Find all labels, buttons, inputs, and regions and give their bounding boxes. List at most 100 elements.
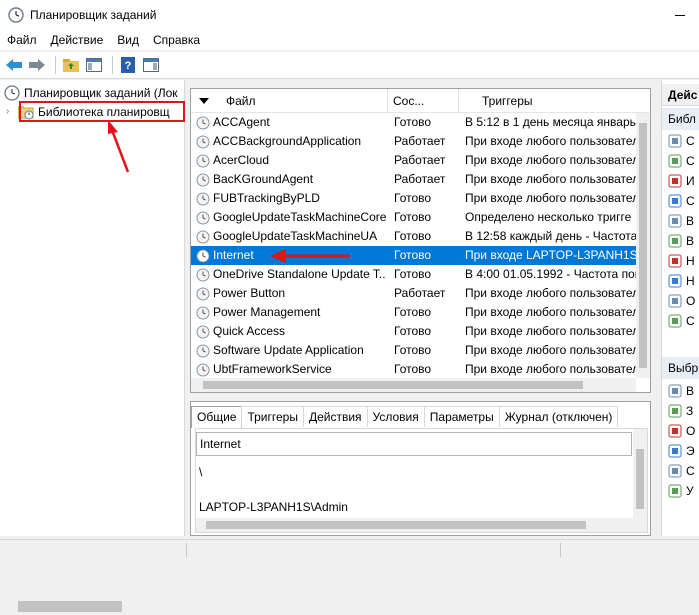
task-row[interactable]: ACCAgent Готово В 5:12 в 1 день месяца янв…: [191, 113, 636, 132]
scrollbar-thumb[interactable]: [18, 601, 122, 612]
task-state: Готово: [394, 305, 432, 319]
task-row[interactable]: Power Management Готово При входе любого п…: [191, 303, 636, 322]
action-item[interactable]: В: [668, 383, 698, 399]
action-item[interactable]: О: [668, 423, 698, 439]
task-row[interactable]: ACCBackgroundApplication Работает При вход…: [191, 132, 636, 151]
task-row[interactable]: Quick Access Готово При входе любого польз…: [191, 322, 636, 341]
column-state-label: Сос...: [393, 94, 425, 108]
task-state: Готово: [394, 191, 432, 205]
forward-button[interactable]: [27, 55, 47, 75]
scrollbar-thumb[interactable]: [203, 381, 583, 389]
action-item[interactable]: С: [668, 313, 698, 329]
action-label: Н: [686, 254, 695, 268]
task-state: Готово: [394, 210, 432, 224]
task-row[interactable]: UbtFrameworkService Готово При входе любог…: [191, 360, 636, 378]
task-name-cell: BacKGroundAgent: [196, 170, 386, 189]
task-row[interactable]: OneDrive Standalone Update T... Готово В 4…: [191, 265, 636, 284]
tab-general[interactable]: Общие: [191, 406, 243, 428]
task-trigger: При входе любого пользовател: [465, 134, 636, 148]
action-item[interactable]: З: [668, 403, 698, 419]
tab-actions[interactable]: Действия: [302, 406, 368, 427]
task-name-cell: Software Update Application: [196, 341, 386, 360]
task-name-cell: GoogleUpdateTaskMachineUA: [196, 227, 386, 246]
tab-triggers[interactable]: Триггеры: [241, 406, 304, 427]
tree-item-library[interactable]: › Библиотека планировщ: [6, 102, 185, 121]
action-item[interactable]: И: [668, 173, 698, 189]
menu-view[interactable]: Вид: [110, 33, 146, 47]
column-header-name[interactable]: Файл: [191, 89, 388, 113]
task-row[interactable]: FUBTrackingByPLD Готово При входе любого п…: [191, 189, 636, 208]
show-action-pane-button[interactable]: [141, 55, 161, 75]
task-clock-icon: [196, 192, 210, 205]
action-item[interactable]: С: [668, 193, 698, 209]
task-name: OneDrive Standalone Update T...: [213, 267, 386, 281]
tab-history[interactable]: Журнал (отключен): [498, 406, 619, 427]
back-button[interactable]: [4, 55, 24, 75]
action-icon: [668, 294, 682, 308]
task-clock-icon: [196, 135, 210, 148]
action-item[interactable]: С: [668, 153, 698, 169]
column-header-state[interactable]: Сос...: [388, 89, 459, 113]
action-icon: [668, 234, 682, 248]
navigation-tree: Планировщик заданий (Лок › Библиотека пл…: [0, 80, 185, 615]
action-label: С: [686, 314, 695, 328]
list-horizontal-scrollbar[interactable]: [191, 378, 636, 392]
menu-file[interactable]: Файл: [0, 33, 44, 47]
task-trigger: Определено несколько тригге: [465, 210, 632, 224]
title-bar: Планировщик заданий: [0, 0, 699, 30]
action-item[interactable]: У: [668, 483, 698, 499]
task-trigger: В 5:12 в 1 день месяца январь, ф: [465, 115, 636, 129]
toolbar: ?: [0, 52, 699, 79]
action-item[interactable]: Э: [668, 443, 698, 459]
minimize-button[interactable]: [665, 5, 695, 25]
help-button[interactable]: ?: [118, 55, 138, 75]
scrollbar-thumb[interactable]: [206, 521, 586, 529]
column-header-triggers[interactable]: Триггеры: [459, 89, 639, 113]
task-name: Quick Access: [213, 324, 286, 338]
task-name: GoogleUpdateTaskMachineUA: [213, 229, 378, 243]
task-row[interactable]: BacKGroundAgent Работает При входе любого …: [191, 170, 636, 189]
tree-item-task-scheduler[interactable]: Планировщик заданий (Лок: [4, 83, 185, 102]
actions-section-library[interactable]: Библ: [662, 108, 699, 130]
scrollbar-thumb[interactable]: [636, 449, 644, 509]
show-tree-button[interactable]: [84, 55, 104, 75]
task-state: Готово: [394, 267, 432, 281]
task-row[interactable]: Internet Готово При входе LAPTOP-L3PANH1S\…: [191, 246, 636, 265]
menu-help[interactable]: Справка: [146, 33, 207, 47]
detail-vertical-scrollbar[interactable]: [633, 429, 647, 532]
expand-chevron-icon[interactable]: ›: [6, 106, 18, 117]
task-row[interactable]: AcerCloud Работает При входе любого пользо…: [191, 151, 636, 170]
detail-horizontal-scrollbar[interactable]: [196, 518, 633, 532]
action-item[interactable]: Н: [668, 273, 698, 289]
help-icon: ?: [121, 57, 135, 73]
action-item[interactable]: С: [668, 463, 698, 479]
action-icon: [668, 404, 682, 418]
list-vertical-scrollbar[interactable]: [636, 113, 650, 378]
menu-action[interactable]: Действие: [44, 33, 111, 47]
tab-settings[interactable]: Параметры: [423, 406, 500, 427]
task-row[interactable]: GoogleUpdateTaskMachineCore Готово Определ…: [191, 208, 636, 227]
task-row[interactable]: GoogleUpdateTaskMachineUA Готово В 12:58 к…: [191, 227, 636, 246]
task-detail-pane: Общие Триггеры Действия Условия Параметр…: [190, 401, 651, 536]
action-item[interactable]: Н: [668, 253, 698, 269]
task-trigger: При входе LAPTOP-L3PANH1S\A: [465, 248, 636, 262]
action-item[interactable]: В: [668, 233, 698, 249]
action-icon: [668, 384, 682, 398]
up-folder-button[interactable]: [61, 55, 81, 75]
task-name-cell: Internet: [196, 246, 386, 265]
task-row[interactable]: Software Update Application Готово При вхо…: [191, 341, 636, 360]
task-state: Работает: [394, 153, 446, 167]
task-name-cell: FUBTrackingByPLD: [196, 189, 386, 208]
task-state: Работает: [394, 172, 446, 186]
actions-section-selected[interactable]: Выбр: [662, 357, 699, 379]
detail-tabs: Общие Триггеры Действия Условия Параметр…: [191, 406, 619, 428]
action-item[interactable]: С: [668, 133, 698, 149]
task-name-field[interactable]: Internet: [196, 432, 632, 456]
action-item[interactable]: О: [668, 293, 698, 309]
tab-conditions[interactable]: Условия: [366, 406, 425, 427]
tree-horizontal-scrollbar[interactable]: [0, 598, 185, 615]
action-item[interactable]: В: [668, 213, 698, 229]
scrollbar-thumb[interactable]: [639, 123, 647, 368]
task-row[interactable]: Power Button Работает При входе любого пол…: [191, 284, 636, 303]
task-state: Готово: [394, 362, 432, 376]
